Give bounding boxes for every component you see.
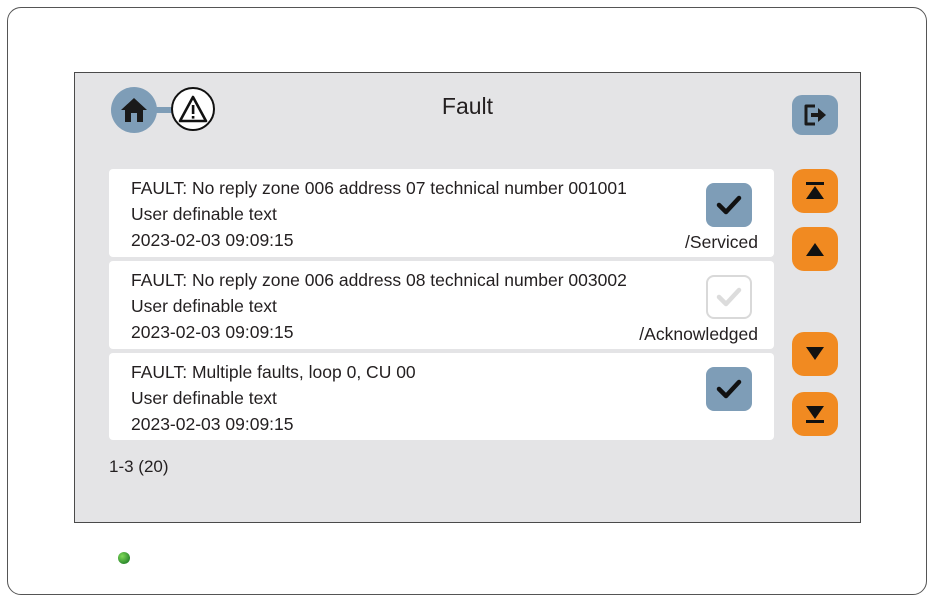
power-led-indicator xyxy=(118,552,130,564)
service-checkbox[interactable] xyxy=(706,183,752,227)
fault-user-text: User definable text xyxy=(131,296,277,316)
service-checkbox[interactable] xyxy=(706,367,752,411)
acknowledge-checkbox[interactable] xyxy=(706,275,752,319)
scroll-top-icon xyxy=(806,182,824,199)
scroll-top-button[interactable] xyxy=(792,169,838,213)
page-title: Fault xyxy=(441,93,494,119)
fault-user-text: User definable text xyxy=(131,204,277,224)
logout-button[interactable] xyxy=(792,95,838,135)
fault-status: /Acknowledged xyxy=(639,324,758,344)
pagination-label: 1-3 (20) xyxy=(109,457,169,476)
display-screen: Fault FAULT: No reply zone 006 address 0… xyxy=(74,72,861,523)
fault-list-item[interactable]: FAULT: Multiple faults, loop 0, CU 00 Us… xyxy=(109,353,774,440)
scroll-down-button[interactable] xyxy=(792,332,838,376)
fault-message: FAULT: No reply zone 006 address 07 tech… xyxy=(131,178,627,198)
scroll-bottom-button[interactable] xyxy=(792,392,838,436)
logout-icon xyxy=(804,104,826,126)
scroll-up-button[interactable] xyxy=(792,227,838,271)
checkmark-icon xyxy=(716,287,742,307)
scroll-down-icon xyxy=(806,347,824,360)
checkmark-icon xyxy=(716,379,742,399)
checkmark-icon xyxy=(716,195,742,215)
fault-list-item[interactable]: FAULT: No reply zone 006 address 07 tech… xyxy=(109,169,774,257)
fault-timestamp: 2023-02-03 09:09:15 xyxy=(131,230,294,250)
scroll-up-icon xyxy=(806,243,824,256)
fault-status: /Serviced xyxy=(685,232,758,252)
scroll-bottom-icon xyxy=(806,406,824,423)
fault-list-item[interactable]: FAULT: No reply zone 006 address 08 tech… xyxy=(109,261,774,349)
fault-message: FAULT: Multiple faults, loop 0, CU 00 xyxy=(131,362,416,382)
fault-timestamp: 2023-02-03 09:09:15 xyxy=(131,414,294,434)
fault-user-text: User definable text xyxy=(131,388,277,408)
fault-message: FAULT: No reply zone 006 address 08 tech… xyxy=(131,270,627,290)
